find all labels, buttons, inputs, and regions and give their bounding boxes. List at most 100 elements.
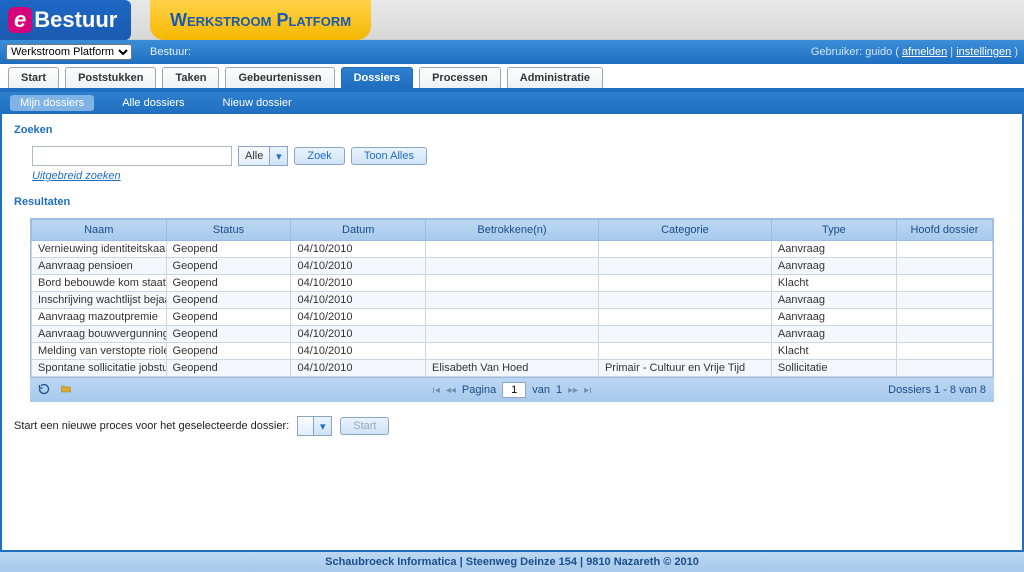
- results-grid: Naam Status Datum Betrokkene(n) Categori…: [30, 218, 994, 378]
- cell-categorie: [598, 275, 771, 292]
- tab-taken[interactable]: Taken: [162, 67, 219, 88]
- tab-dossiers[interactable]: Dossiers: [341, 67, 413, 88]
- cell-status: Geopend: [166, 326, 291, 343]
- refresh-icon[interactable]: [38, 383, 50, 398]
- col-betrokkene[interactable]: Betrokkene(n): [425, 220, 598, 241]
- cell-betrokkene: Elisabeth Van Hoed: [425, 360, 598, 377]
- cell-naam: Aanvraag bouwvergunning: [32, 326, 167, 343]
- app-header: eBestuur Werkstroom Platform: [0, 0, 1024, 40]
- table-row[interactable]: Vernieuwing identiteitskaartGeopend04/10…: [32, 241, 993, 258]
- context-selector[interactable]: Werkstroom Platform: [6, 44, 132, 60]
- page-footer: Schaubroeck Informatica | Steenweg Deinz…: [0, 552, 1024, 572]
- subtab-alle-dossiers[interactable]: Alle dossiers: [112, 95, 194, 111]
- context-bar: Werkstroom Platform Bestuur: Gebruiker: …: [0, 40, 1024, 64]
- cell-naam: Aanvraag pensioen: [32, 258, 167, 275]
- cell-hoofd: [896, 241, 992, 258]
- logo-name: Bestuur: [34, 7, 117, 33]
- cell-datum: 04/10/2010: [291, 241, 426, 258]
- table-row[interactable]: Melding van verstopte rioleringGeopend04…: [32, 343, 993, 360]
- cell-hoofd: [896, 326, 992, 343]
- table-row[interactable]: Bord bebouwde kom staat verkGeopend04/10…: [32, 275, 993, 292]
- cell-naam: Spontane sollicitatie jobstudent: [32, 360, 167, 377]
- showall-button[interactable]: Toon Alles: [351, 147, 427, 165]
- search-scope-label: Alle: [239, 150, 269, 162]
- logout-link[interactable]: afmelden: [902, 46, 947, 58]
- pager-first-icon[interactable]: ı◂: [432, 385, 440, 396]
- cell-type: Aanvraag: [771, 241, 896, 258]
- pager-of-label: van: [532, 384, 550, 396]
- search-button[interactable]: Zoek: [294, 147, 344, 165]
- cell-categorie: [598, 343, 771, 360]
- tab-start[interactable]: Start: [8, 67, 59, 88]
- search-row: Alle ▾ Zoek Toon Alles: [32, 146, 1010, 166]
- cell-datum: 04/10/2010: [291, 360, 426, 377]
- cell-datum: 04/10/2010: [291, 258, 426, 275]
- cell-naam: Bord bebouwde kom staat verk: [32, 275, 167, 292]
- cell-hoofd: [896, 292, 992, 309]
- cell-betrokkene: [425, 275, 598, 292]
- start-process-row: Start een nieuwe proces voor het geselec…: [14, 416, 1010, 436]
- cell-type: Aanvraag: [771, 309, 896, 326]
- col-naam[interactable]: Naam: [32, 220, 167, 241]
- table-row[interactable]: Inschrijving wachtlijst bejaardeGeopend0…: [32, 292, 993, 309]
- cell-type: Klacht: [771, 275, 896, 292]
- cell-status: Geopend: [166, 309, 291, 326]
- start-process-dropdown[interactable]: ▾: [297, 416, 332, 436]
- pager: ı◂ ◂◂ Pagina van 1 ▸▸ ▸ı: [432, 382, 592, 398]
- tab-gebeurtenissen[interactable]: Gebeurtenissen: [225, 67, 334, 88]
- user-name: guido: [865, 46, 892, 58]
- platform-tab: Werkstroom Platform: [150, 0, 371, 40]
- cell-naam: Vernieuwing identiteitskaart: [32, 241, 167, 258]
- grid-header-row: Naam Status Datum Betrokkene(n) Categori…: [32, 220, 993, 241]
- tab-poststukken[interactable]: Poststukken: [65, 67, 156, 88]
- cell-betrokkene: [425, 309, 598, 326]
- grid-footer: ı◂ ◂◂ Pagina van 1 ▸▸ ▸ı Dossiers 1 - 8 …: [30, 378, 994, 402]
- cell-betrokkene: [425, 343, 598, 360]
- cell-categorie: [598, 326, 771, 343]
- results-count: Dossiers 1 - 8 van 8: [888, 384, 986, 396]
- table-row[interactable]: Aanvraag mazoutpremieGeopend04/10/2010Aa…: [32, 309, 993, 326]
- app-logo: eBestuur: [0, 0, 131, 40]
- chevron-down-icon[interactable]: ▾: [269, 147, 287, 165]
- settings-link[interactable]: instellingen: [956, 46, 1011, 58]
- table-row[interactable]: Aanvraag pensioenGeopend04/10/2010 Aanvra…: [32, 258, 993, 275]
- subtab-mijn-dossiers[interactable]: Mijn dossiers: [10, 95, 94, 111]
- cell-categorie: [598, 309, 771, 326]
- cell-status: Geopend: [166, 275, 291, 292]
- folder-icon[interactable]: [60, 383, 72, 398]
- pager-last-icon[interactable]: ▸ı: [584, 385, 592, 396]
- cell-naam: Inschrijving wachtlijst bejaarde: [32, 292, 167, 309]
- pager-next-icon[interactable]: ▸▸: [568, 385, 578, 396]
- search-input[interactable]: [32, 146, 232, 166]
- col-type[interactable]: Type: [771, 220, 896, 241]
- table-row[interactable]: Aanvraag bouwvergunningGeopend04/10/2010…: [32, 326, 993, 343]
- col-datum[interactable]: Datum: [291, 220, 426, 241]
- pager-page-label: Pagina: [462, 384, 496, 396]
- cell-type: Klacht: [771, 343, 896, 360]
- cell-betrokkene: [425, 241, 598, 258]
- col-categorie[interactable]: Categorie: [598, 220, 771, 241]
- search-title: Zoeken: [14, 124, 1010, 136]
- cell-status: Geopend: [166, 292, 291, 309]
- cell-status: Geopend: [166, 258, 291, 275]
- cell-type: Aanvraag: [771, 292, 896, 309]
- cell-hoofd: [896, 258, 992, 275]
- col-hoofddossier[interactable]: Hoofd dossier: [896, 220, 992, 241]
- subtab-nieuw-dossier[interactable]: Nieuw dossier: [213, 95, 302, 111]
- cell-hoofd: [896, 275, 992, 292]
- col-status[interactable]: Status: [166, 220, 291, 241]
- tab-processen[interactable]: Processen: [419, 67, 501, 88]
- user-area: Gebruiker: guido ( afmelden | instelling…: [811, 46, 1018, 58]
- pager-prev-icon[interactable]: ◂◂: [446, 385, 456, 396]
- table-row[interactable]: Spontane sollicitatie jobstudentGeopend0…: [32, 360, 993, 377]
- cell-betrokkene: [425, 326, 598, 343]
- pager-page-input[interactable]: [502, 382, 526, 398]
- tab-administratie[interactable]: Administratie: [507, 67, 603, 88]
- chevron-down-icon[interactable]: ▾: [313, 417, 331, 435]
- search-scope-dropdown[interactable]: Alle ▾: [238, 146, 288, 166]
- logo-prefix: e: [8, 7, 32, 33]
- cell-type: Aanvraag: [771, 258, 896, 275]
- advanced-search-link[interactable]: Uitgebreid zoeken: [32, 170, 121, 182]
- cell-datum: 04/10/2010: [291, 292, 426, 309]
- start-process-button[interactable]: Start: [340, 417, 389, 435]
